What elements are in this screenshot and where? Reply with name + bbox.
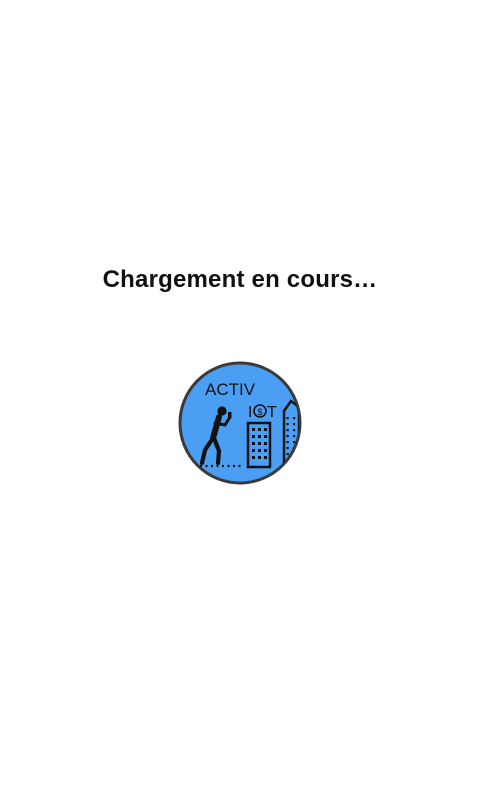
logo-text-activ: ACTIV — [205, 380, 256, 399]
svg-text:$: $ — [257, 407, 262, 417]
loading-screen: Chargement en cours… ACTIV I $ T — [0, 0, 480, 800]
logo-text-i: I — [248, 404, 252, 421]
app-logo: ACTIV I $ T — [178, 361, 302, 485]
logo-text-t: T — [267, 404, 277, 421]
loading-message: Chargement en cours… — [102, 266, 378, 293]
